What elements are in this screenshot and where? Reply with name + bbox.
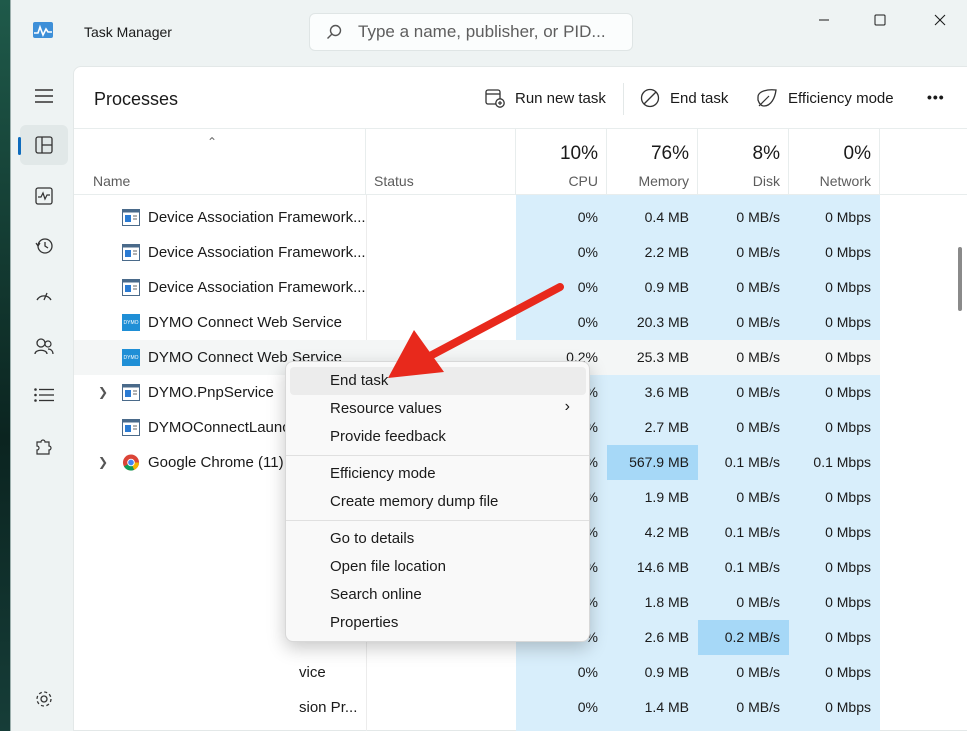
red-annotation-arrow (388, 283, 564, 378)
